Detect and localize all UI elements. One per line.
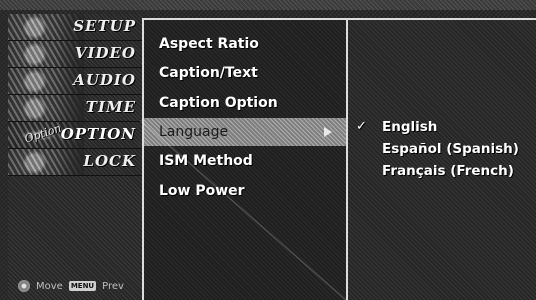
- prev-hint: Prev: [102, 280, 124, 292]
- category-sidebar: SETUP VIDEO AUDIO TIME Option OPTION LOC…: [8, 14, 142, 300]
- category-label: TIME: [85, 98, 136, 116]
- tv-menu-screen: SETUP VIDEO AUDIO TIME Option OPTION LOC…: [0, 0, 536, 300]
- category-lock[interactable]: LOCK: [8, 149, 142, 176]
- category-label: SETUP: [73, 17, 136, 35]
- menu-item-aspect-ratio[interactable]: Aspect Ratio: [144, 30, 346, 58]
- dpad-icon: [18, 280, 30, 292]
- category-time[interactable]: TIME: [8, 95, 142, 122]
- category-label: VIDEO: [74, 44, 136, 62]
- move-hint: Move: [36, 280, 63, 292]
- lock-thumbnail-icon: [8, 149, 84, 175]
- language-submenu: ✓ English Español (Spanish) Français (Fr…: [346, 18, 536, 300]
- option-menu: Aspect Ratio Caption/Text Caption Option…: [142, 18, 346, 300]
- time-thumbnail-icon: [8, 95, 84, 121]
- video-thumbnail-icon: [8, 41, 84, 67]
- category-setup[interactable]: SETUP: [8, 14, 142, 41]
- menu-item-low-power[interactable]: Low Power: [144, 177, 346, 205]
- category-label: AUDIO: [73, 71, 136, 89]
- top-strip: [0, 0, 536, 10]
- menu-item-ism-method[interactable]: ISM Method: [144, 147, 346, 175]
- category-label: LOCK: [83, 152, 136, 170]
- menu-item-caption-option[interactable]: Caption Option: [144, 89, 346, 117]
- category-audio[interactable]: AUDIO: [8, 68, 142, 95]
- right-arrow-icon: [324, 127, 332, 137]
- category-video[interactable]: VIDEO: [8, 41, 142, 68]
- navigation-hints: Move MENU Prev: [18, 278, 124, 294]
- menu-key-icon: MENU: [68, 281, 97, 291]
- language-option-spanish[interactable]: Español (Spanish): [382, 138, 519, 160]
- menu-item-language[interactable]: Language: [144, 118, 346, 146]
- category-option[interactable]: Option OPTION: [8, 122, 142, 149]
- language-option-french[interactable]: Français (French): [382, 160, 514, 182]
- language-option-english[interactable]: English: [382, 116, 437, 138]
- category-label: OPTION: [60, 125, 136, 143]
- menu-item-caption-text[interactable]: Caption/Text: [144, 59, 346, 87]
- check-icon: ✓: [356, 119, 367, 134]
- menu-item-label: Language: [159, 124, 229, 140]
